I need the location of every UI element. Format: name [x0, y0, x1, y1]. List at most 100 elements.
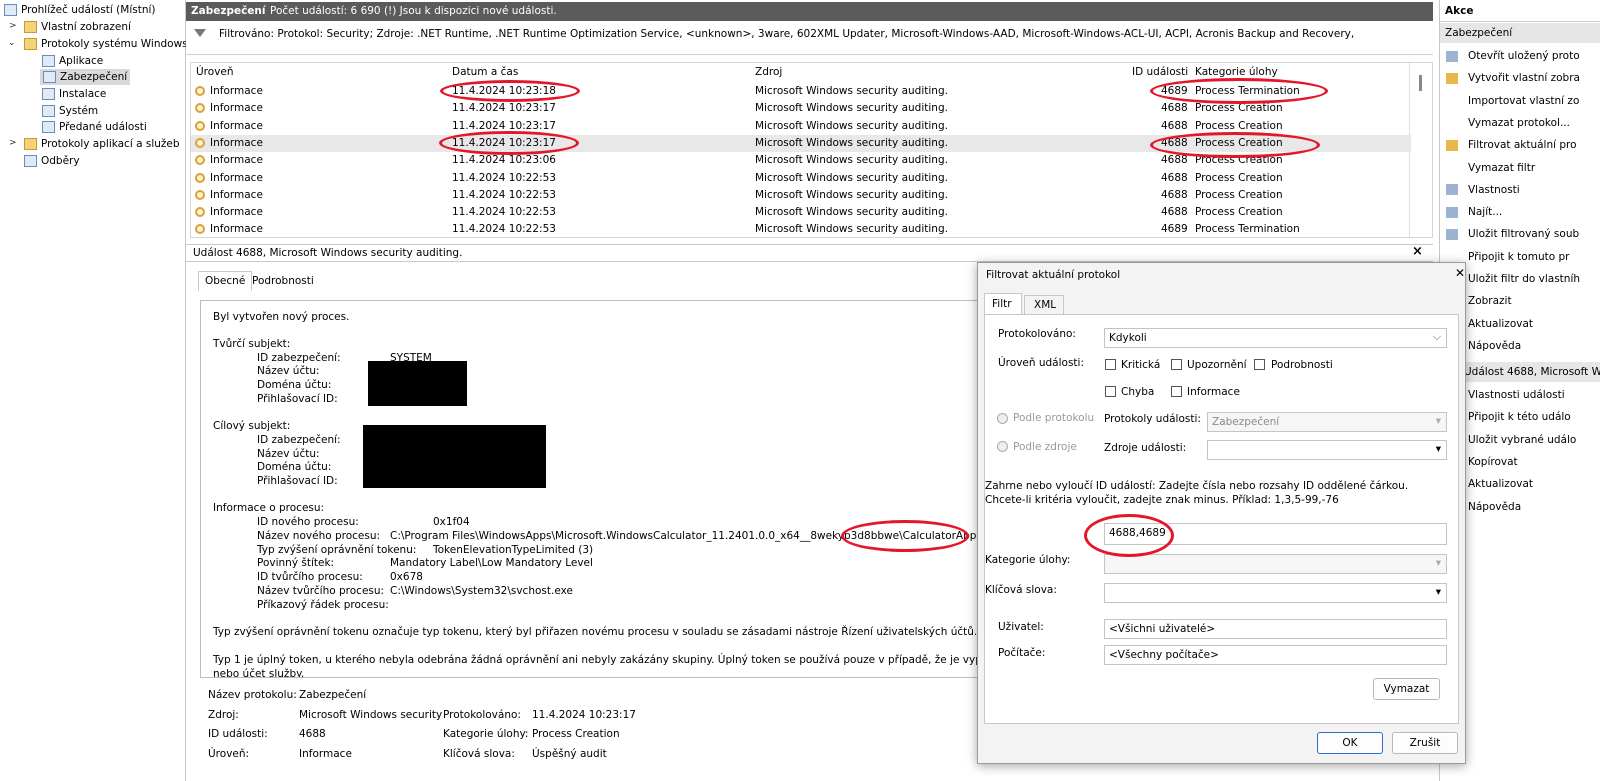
tree-item-custom-views[interactable]: Vlastní zobrazení — [24, 19, 131, 35]
table-row[interactable]: Informace 11.4.2024 10:22:53 Microsoft Win… — [191, 221, 1411, 238]
cell-level: Informace — [210, 85, 263, 97]
action-label: Připojit k této událo — [1468, 411, 1571, 424]
tree-item-windows-logs[interactable]: Protokoly systému Windows — [24, 36, 188, 52]
action-label: Připojit k tomuto pr — [1468, 250, 1570, 263]
action-label: Importovat vlastní zo — [1468, 94, 1580, 107]
checkbox-critical[interactable] — [1105, 359, 1116, 370]
chevron-down-icon: ▾ — [1435, 557, 1441, 569]
user-input[interactable]: <Všichni uživatelé> — [1104, 619, 1447, 639]
filter-description: Filtrováno: Protokol: Security; Zdroje: … — [219, 28, 1355, 40]
table-row[interactable]: Informace 11.4.2024 10:22:53 Microsoft Win… — [191, 170, 1411, 187]
logged-select[interactable]: Kdykoli ⌵ — [1104, 328, 1447, 348]
checkbox-label: Upozornění — [1187, 359, 1247, 371]
tree-item-app-logs[interactable]: Protokoly aplikací a služeb — [24, 136, 180, 152]
cell-level: Informace — [210, 171, 263, 184]
actions-section-security[interactable]: Zabezpečení — [1440, 23, 1600, 43]
logs-select[interactable]: Zabezpečení ▾ — [1207, 412, 1447, 432]
sources-select[interactable]: ▾ — [1207, 440, 1447, 460]
action-label: Vymazat protokol... — [1468, 116, 1570, 129]
action-item[interactable]: Vlastnosti — [1440, 179, 1600, 201]
action-label: Vlastnosti události — [1468, 389, 1565, 401]
field-label: Doména účtu: — [257, 379, 332, 391]
action-item[interactable]: Najít... — [1440, 201, 1600, 223]
field-label: ID tvůrčího procesu: — [257, 571, 363, 583]
tree-item-label: Vlastní zobrazení — [41, 21, 131, 33]
cell-level: Informace — [210, 119, 263, 132]
action-item[interactable]: Vytvořit vlastní zobra — [1440, 67, 1600, 89]
information-icon — [195, 224, 205, 235]
computer-label: Počítače: — [998, 647, 1046, 659]
column-header-category[interactable]: Kategorie úlohy — [1195, 65, 1278, 79]
checkbox-verbose[interactable] — [1254, 359, 1265, 370]
cell-date: 11.4.2024 10:22:53 — [452, 223, 556, 236]
tree-item-root[interactable]: Prohlížeč událostí (Místní) — [4, 2, 156, 18]
logged-label: Protokolováno: — [998, 328, 1076, 340]
tree-item-application[interactable]: Aplikace — [42, 53, 103, 69]
tab-xml[interactable]: XML — [1024, 295, 1064, 314]
cell-date: 11.4.2024 10:22:53 — [452, 188, 556, 201]
checkbox-error[interactable] — [1105, 386, 1116, 397]
table-row[interactable]: Informace 11.4.2024 10:22:53 Microsoft Win… — [191, 204, 1411, 221]
ok-button[interactable]: OK — [1317, 732, 1383, 754]
radio-label: Podle zdroje — [1013, 441, 1077, 453]
tab-general[interactable]: Obecné — [198, 271, 253, 291]
tree-item-security[interactable]: Zabezpečení — [40, 69, 131, 85]
action-item[interactable]: Filtrovat aktuální pro — [1440, 134, 1600, 156]
action-item[interactable]: Vymazat protokol... — [1440, 112, 1600, 134]
checkbox-information[interactable] — [1171, 386, 1182, 397]
folder-icon — [24, 38, 37, 50]
navigation-tree: Prohlížeč událostí (Místní) > Vlastní zo… — [0, 0, 188, 781]
clear-button[interactable]: Vymazat — [1373, 678, 1440, 700]
keywords-select[interactable]: ▾ — [1104, 583, 1447, 603]
field-label: Název nového procesu: — [257, 530, 381, 542]
table-row[interactable]: Informace 11.4.2024 10:22:53 Microsoft Win… — [191, 187, 1411, 204]
tree-item-subscriptions[interactable]: Odběry — [24, 153, 80, 169]
chevron-right-icon[interactable]: > — [9, 138, 17, 148]
redaction-block — [363, 425, 546, 488]
column-header-date[interactable]: Datum a čas — [452, 65, 518, 79]
chevron-down-icon[interactable]: ⌄ — [8, 38, 16, 48]
cell-source: Microsoft Windows security auditing. — [755, 102, 948, 115]
tab-filter[interactable]: Filtr — [984, 293, 1022, 314]
chevron-right-icon[interactable]: > — [9, 21, 17, 31]
column-header-source[interactable]: Zdroj — [755, 65, 782, 79]
action-label: Nápověda — [1468, 339, 1522, 352]
column-header-event-id[interactable]: ID události — [1132, 65, 1188, 79]
tree-item-setup[interactable]: Instalace — [42, 86, 106, 102]
close-icon[interactable]: × — [1412, 245, 1423, 259]
field-value: TokenElevationTypeLimited (3) — [433, 544, 594, 556]
cell-source: Microsoft Windows security auditing. — [755, 223, 948, 236]
action-item[interactable]: Importovat vlastní zo — [1440, 90, 1600, 112]
prop-label: Klíčová slova: — [443, 748, 515, 760]
checkbox-warning[interactable] — [1171, 359, 1182, 370]
tab-details[interactable]: Podrobnosti — [246, 272, 320, 292]
user-label: Uživatel: — [998, 621, 1044, 633]
information-icon — [195, 103, 205, 114]
cancel-button[interactable]: Zrušit — [1392, 732, 1458, 754]
radio-by-log[interactable] — [997, 413, 1008, 424]
action-item[interactable]: Vymazat filtr — [1440, 157, 1600, 179]
tree-item-forwarded[interactable]: Předané události — [42, 119, 147, 135]
field-label: Název účtu: — [257, 365, 320, 377]
chevron-down-icon: ▾ — [1435, 586, 1441, 598]
scrollbar-thumb[interactable] — [1419, 75, 1422, 91]
prop-label: Protokolováno: — [443, 709, 521, 721]
category-select[interactable]: ▾ — [1104, 554, 1447, 574]
radio-by-source[interactable] — [997, 441, 1008, 452]
description-paragraph: Typ 1 je úplný token, u kterého nebyla o… — [213, 654, 1058, 666]
action-item[interactable]: Otevřít uložený proto — [1440, 45, 1600, 67]
dialog-close-icon[interactable]: ✕ — [1455, 266, 1465, 280]
computer-input[interactable]: <Všechny počítače> — [1104, 645, 1447, 665]
action-label: Uložit filtrovaný soub — [1468, 228, 1580, 241]
description-paragraph: nebo účet služby. — [213, 668, 305, 677]
cell-source: Microsoft Windows security auditing. — [755, 154, 948, 167]
field-label: Přihlašovací ID: — [257, 393, 338, 405]
field-label: Název tvůrčího procesu: — [257, 585, 385, 597]
action-label: Vytvořit vlastní zobra — [1468, 72, 1580, 85]
redaction-block — [368, 361, 467, 406]
column-header-level[interactable]: Úroveň — [196, 65, 234, 79]
field-value: 0x1f04 — [433, 516, 470, 528]
tree-item-label: Systém — [59, 105, 99, 117]
action-item[interactable]: Uložit filtrovaný soub — [1440, 223, 1600, 245]
tree-item-system[interactable]: Systém — [42, 103, 98, 119]
